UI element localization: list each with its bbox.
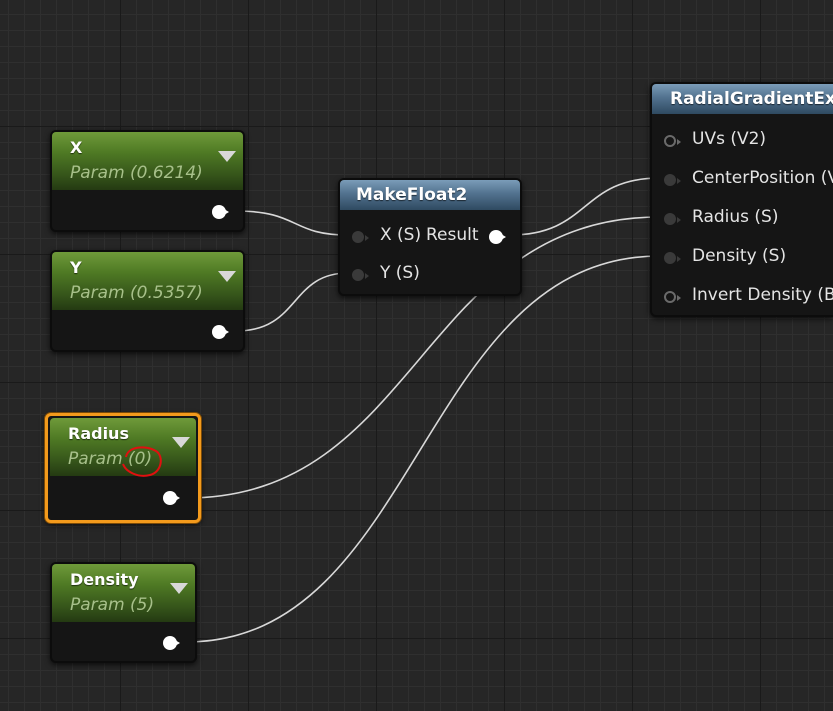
param-node-header: Density Param (5) xyxy=(52,564,195,622)
output-pin-icon[interactable] xyxy=(489,230,506,244)
wire-y-to-makefloat2[interactable] xyxy=(235,272,349,332)
function-node-header: MakeFloat2 xyxy=(340,180,520,210)
param-node-y[interactable]: Y Param (0.5357) xyxy=(50,250,245,352)
annotation-circle-mark xyxy=(122,446,162,477)
input-pin-icon[interactable] xyxy=(664,252,681,264)
makefloat2-node[interactable]: MakeFloat2 X (S) Result Y (S) xyxy=(338,178,522,296)
material-graph-canvas[interactable]: X Param (0.6214) Y Param (0.5357) Radius… xyxy=(0,0,833,711)
function-node-title: RadialGradientExp xyxy=(670,89,833,109)
input-pin-icon[interactable] xyxy=(664,213,681,225)
input-pin-invert-density-label: Invert Density (B) xyxy=(692,285,833,305)
input-pin-icon[interactable] xyxy=(664,174,681,186)
input-pin-y-label: Y (S) xyxy=(380,263,420,283)
triangle-down-icon[interactable] xyxy=(218,271,236,282)
output-pin-icon[interactable] xyxy=(212,325,229,339)
input-pin-density-label: Density (S) xyxy=(692,246,787,266)
input-pin-icon[interactable] xyxy=(664,291,681,303)
wire-result-to-centerposition[interactable] xyxy=(509,177,661,236)
output-pin-icon[interactable] xyxy=(212,205,229,219)
param-node-value: Param (0.6214) xyxy=(70,163,203,183)
param-node-value: Param (5) xyxy=(70,595,155,615)
param-node-title: Radius xyxy=(68,424,129,443)
input-pin-icon[interactable] xyxy=(352,269,369,281)
input-pin-icon[interactable] xyxy=(664,135,681,147)
output-pin-icon[interactable] xyxy=(163,636,180,650)
input-pin-uvs-label: UVs (V2) xyxy=(692,129,767,149)
param-node-density[interactable]: Density Param (5) xyxy=(50,562,197,663)
param-node-title: Density xyxy=(70,570,139,589)
param-node-title: Y xyxy=(70,258,82,277)
function-node-header: RadialGradientExp xyxy=(652,84,833,114)
param-node-title: X xyxy=(70,138,83,157)
input-pin-x-label: X (S) xyxy=(380,225,422,245)
input-pin-icon[interactable] xyxy=(352,231,369,243)
param-node-value: Param (0.5357) xyxy=(70,283,203,303)
param-node-x[interactable]: X Param (0.6214) xyxy=(50,130,245,232)
triangle-down-icon[interactable] xyxy=(172,437,190,448)
triangle-down-icon[interactable] xyxy=(170,583,188,594)
param-node-header: X Param (0.6214) xyxy=(52,132,243,190)
input-pin-radius-label: Radius (S) xyxy=(692,207,779,227)
param-node-header: Y Param (0.5357) xyxy=(52,252,243,310)
wire-density-to-radial[interactable] xyxy=(185,255,661,643)
param-node-header: Radius Param (0) xyxy=(50,418,196,477)
output-pin-result-label: Result xyxy=(426,225,479,245)
radial-gradient-node[interactable]: RadialGradientExp UVs (V2) CenterPositio… xyxy=(650,82,833,317)
input-pin-centerposition-label: CenterPosition (V xyxy=(692,168,833,188)
function-node-title: MakeFloat2 xyxy=(356,185,468,205)
wire-x-to-makefloat2[interactable] xyxy=(235,210,349,236)
triangle-down-icon[interactable] xyxy=(218,151,236,162)
param-node-radius[interactable]: Radius Param (0) xyxy=(45,413,201,523)
output-pin-icon[interactable] xyxy=(163,491,180,505)
